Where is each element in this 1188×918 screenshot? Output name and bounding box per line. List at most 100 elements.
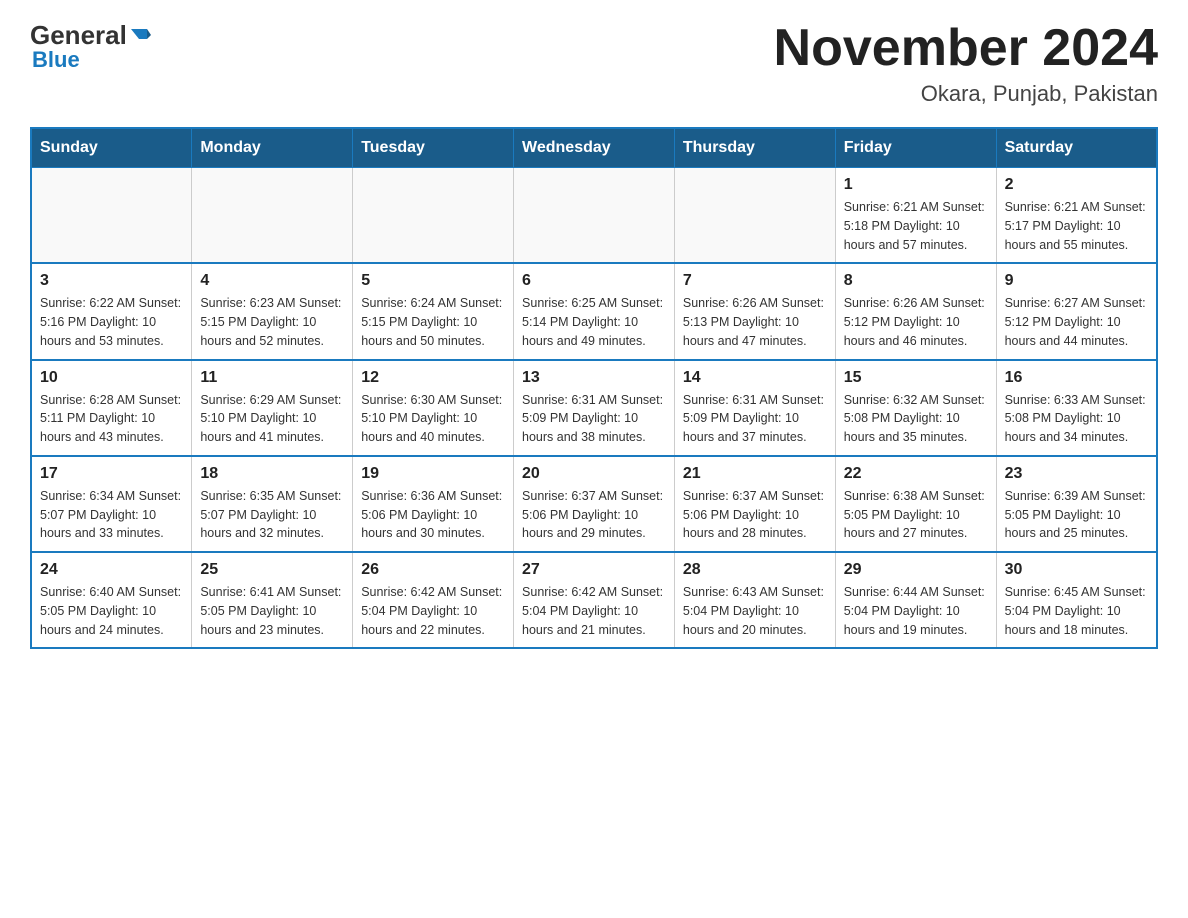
day-number: 27: [522, 561, 666, 579]
day-header-monday: Monday: [192, 128, 353, 168]
calendar-cell: 15 Sunrise: 6:32 AM Sunset: 5:08 PM Dayli…: [835, 360, 996, 456]
calendar-cell: [674, 168, 835, 264]
calendar-cell: [31, 168, 192, 264]
calendar-cell: 13 Sunrise: 6:31 AM Sunset: 5:09 PM Dayli…: [514, 360, 675, 456]
day-info: Sunrise: 6:27 AM Sunset: 5:12 PM Dayligh…: [1005, 294, 1148, 350]
day-info: Sunrise: 6:21 AM Sunset: 5:17 PM Dayligh…: [1005, 198, 1148, 254]
calendar-cell: 26 Sunrise: 6:42 AM Sunset: 5:04 PM Dayli…: [353, 552, 514, 648]
week-row-2: 3 Sunrise: 6:22 AM Sunset: 5:16 PM Daylig…: [31, 263, 1157, 359]
calendar-cell: 19 Sunrise: 6:36 AM Sunset: 5:06 PM Dayli…: [353, 456, 514, 552]
week-row-3: 10 Sunrise: 6:28 AM Sunset: 5:11 PM Dayli…: [31, 360, 1157, 456]
day-info: Sunrise: 6:21 AM Sunset: 5:18 PM Dayligh…: [844, 198, 988, 254]
day-info: Sunrise: 6:37 AM Sunset: 5:06 PM Dayligh…: [683, 487, 827, 543]
day-number: 12: [361, 369, 505, 387]
day-info: Sunrise: 6:36 AM Sunset: 5:06 PM Dayligh…: [361, 487, 505, 543]
calendar-cell: 30 Sunrise: 6:45 AM Sunset: 5:04 PM Dayli…: [996, 552, 1157, 648]
day-number: 10: [40, 369, 183, 387]
day-info: Sunrise: 6:22 AM Sunset: 5:16 PM Dayligh…: [40, 294, 183, 350]
day-info: Sunrise: 6:45 AM Sunset: 5:04 PM Dayligh…: [1005, 583, 1148, 639]
calendar-cell: 11 Sunrise: 6:29 AM Sunset: 5:10 PM Dayli…: [192, 360, 353, 456]
calendar-cell: 29 Sunrise: 6:44 AM Sunset: 5:04 PM Dayli…: [835, 552, 996, 648]
day-info: Sunrise: 6:29 AM Sunset: 5:10 PM Dayligh…: [200, 391, 344, 447]
day-info: Sunrise: 6:28 AM Sunset: 5:11 PM Dayligh…: [40, 391, 183, 447]
day-number: 16: [1005, 369, 1148, 387]
day-number: 1: [844, 176, 988, 194]
logo: General Blue: [30, 20, 151, 73]
day-header-sunday: Sunday: [31, 128, 192, 168]
calendar-cell: 25 Sunrise: 6:41 AM Sunset: 5:05 PM Dayli…: [192, 552, 353, 648]
week-row-5: 24 Sunrise: 6:40 AM Sunset: 5:05 PM Dayli…: [31, 552, 1157, 648]
day-number: 11: [200, 369, 344, 387]
calendar-cell: 27Sunrise: 6:42 AM Sunset: 5:04 PM Dayli…: [514, 552, 675, 648]
day-number: 7: [683, 272, 827, 290]
day-info: Sunrise: 6:34 AM Sunset: 5:07 PM Dayligh…: [40, 487, 183, 543]
day-number: 13: [522, 369, 666, 387]
day-info: Sunrise: 6:39 AM Sunset: 5:05 PM Dayligh…: [1005, 487, 1148, 543]
days-of-week-row: SundayMondayTuesdayWednesdayThursdayFrid…: [31, 128, 1157, 168]
calendar-cell: 24 Sunrise: 6:40 AM Sunset: 5:05 PM Dayli…: [31, 552, 192, 648]
calendar-cell: 8 Sunrise: 6:26 AM Sunset: 5:12 PM Daylig…: [835, 263, 996, 359]
day-info: Sunrise: 6:35 AM Sunset: 5:07 PM Dayligh…: [200, 487, 344, 543]
day-info: Sunrise: 6:31 AM Sunset: 5:09 PM Dayligh…: [522, 391, 666, 447]
day-info: Sunrise: 6:26 AM Sunset: 5:12 PM Dayligh…: [844, 294, 988, 350]
day-number: 22: [844, 465, 988, 483]
day-info: Sunrise: 6:24 AM Sunset: 5:15 PM Dayligh…: [361, 294, 505, 350]
day-number: 14: [683, 369, 827, 387]
day-info: Sunrise: 6:25 AM Sunset: 5:14 PM Dayligh…: [522, 294, 666, 350]
day-number: 20: [522, 465, 666, 483]
day-info: Sunrise: 6:30 AM Sunset: 5:10 PM Dayligh…: [361, 391, 505, 447]
day-info: Sunrise: 6:43 AM Sunset: 5:04 PM Dayligh…: [683, 583, 827, 639]
week-row-1: 1 Sunrise: 6:21 AM Sunset: 5:18 PM Daylig…: [31, 168, 1157, 264]
day-number: 17: [40, 465, 183, 483]
calendar-cell: 20 Sunrise: 6:37 AM Sunset: 5:06 PM Dayli…: [514, 456, 675, 552]
page-header: General Blue November 2024 Okara, Punjab…: [30, 20, 1158, 107]
day-number: 3: [40, 272, 183, 290]
day-number: 18: [200, 465, 344, 483]
calendar-cell: 5Sunrise: 6:24 AM Sunset: 5:15 PM Daylig…: [353, 263, 514, 359]
logo-icon: [129, 25, 151, 47]
day-number: 29: [844, 561, 988, 579]
calendar-cell: [353, 168, 514, 264]
week-row-4: 17 Sunrise: 6:34 AM Sunset: 5:07 PM Dayli…: [31, 456, 1157, 552]
day-info: Sunrise: 6:40 AM Sunset: 5:05 PM Dayligh…: [40, 583, 183, 639]
calendar-cell: 18 Sunrise: 6:35 AM Sunset: 5:07 PM Dayli…: [192, 456, 353, 552]
day-number: 15: [844, 369, 988, 387]
calendar-cell: 9 Sunrise: 6:27 AM Sunset: 5:12 PM Daylig…: [996, 263, 1157, 359]
calendar-cell: 16Sunrise: 6:33 AM Sunset: 5:08 PM Dayli…: [996, 360, 1157, 456]
day-info: Sunrise: 6:32 AM Sunset: 5:08 PM Dayligh…: [844, 391, 988, 447]
day-number: 19: [361, 465, 505, 483]
logo-blue: Blue: [32, 47, 80, 73]
day-number: 9: [1005, 272, 1148, 290]
location: Okara, Punjab, Pakistan: [774, 81, 1158, 107]
calendar-cell: 14Sunrise: 6:31 AM Sunset: 5:09 PM Dayli…: [674, 360, 835, 456]
day-number: 6: [522, 272, 666, 290]
calendar-cell: 4Sunrise: 6:23 AM Sunset: 5:15 PM Daylig…: [192, 263, 353, 359]
day-number: 24: [40, 561, 183, 579]
calendar-cell: 22 Sunrise: 6:38 AM Sunset: 5:05 PM Dayli…: [835, 456, 996, 552]
day-info: Sunrise: 6:38 AM Sunset: 5:05 PM Dayligh…: [844, 487, 988, 543]
calendar-cell: 28Sunrise: 6:43 AM Sunset: 5:04 PM Dayli…: [674, 552, 835, 648]
calendar-cell: 21 Sunrise: 6:37 AM Sunset: 5:06 PM Dayli…: [674, 456, 835, 552]
day-number: 2: [1005, 176, 1148, 194]
calendar-cell: 7 Sunrise: 6:26 AM Sunset: 5:13 PM Daylig…: [674, 263, 835, 359]
day-number: 30: [1005, 561, 1148, 579]
day-number: 23: [1005, 465, 1148, 483]
calendar-cell: 1 Sunrise: 6:21 AM Sunset: 5:18 PM Daylig…: [835, 168, 996, 264]
day-info: Sunrise: 6:41 AM Sunset: 5:05 PM Dayligh…: [200, 583, 344, 639]
title-section: November 2024 Okara, Punjab, Pakistan: [774, 20, 1158, 107]
calendar-cell: [514, 168, 675, 264]
calendar-cell: 3 Sunrise: 6:22 AM Sunset: 5:16 PM Daylig…: [31, 263, 192, 359]
day-number: 21: [683, 465, 827, 483]
day-info: Sunrise: 6:26 AM Sunset: 5:13 PM Dayligh…: [683, 294, 827, 350]
day-info: Sunrise: 6:23 AM Sunset: 5:15 PM Dayligh…: [200, 294, 344, 350]
calendar-cell: [192, 168, 353, 264]
day-info: Sunrise: 6:44 AM Sunset: 5:04 PM Dayligh…: [844, 583, 988, 639]
day-number: 8: [844, 272, 988, 290]
day-info: Sunrise: 6:42 AM Sunset: 5:04 PM Dayligh…: [361, 583, 505, 639]
calendar-body: 1 Sunrise: 6:21 AM Sunset: 5:18 PM Daylig…: [31, 168, 1157, 649]
calendar-cell: 23 Sunrise: 6:39 AM Sunset: 5:05 PM Dayli…: [996, 456, 1157, 552]
day-number: 26: [361, 561, 505, 579]
calendar-header: SundayMondayTuesdayWednesdayThursdayFrid…: [31, 128, 1157, 168]
day-info: Sunrise: 6:37 AM Sunset: 5:06 PM Dayligh…: [522, 487, 666, 543]
day-number: 25: [200, 561, 344, 579]
